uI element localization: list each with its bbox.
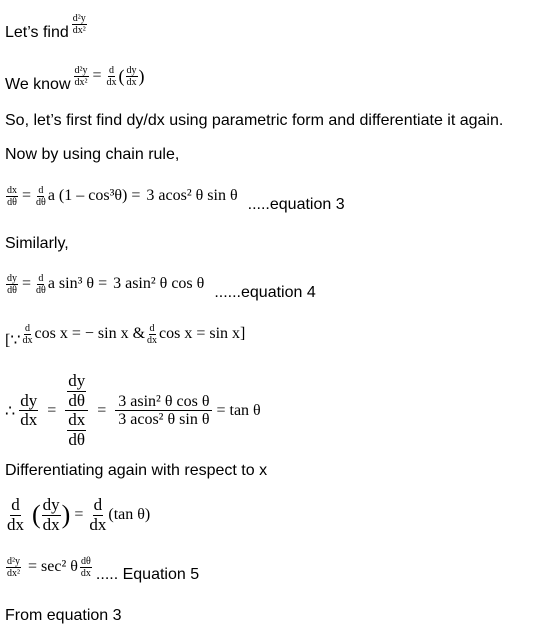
expression: a sin³ θ = (47, 275, 108, 292)
fraction-d2y-dx2: d²y dx² (71, 12, 87, 36)
fraction-d2y-dx2: d²y dx² (6, 556, 21, 579)
text-similarly: Similarly, (5, 235, 69, 252)
numerator: dθ (80, 555, 92, 568)
paren-close: ) (138, 65, 145, 86)
numerator: dy (67, 371, 87, 392)
fraction-dx-dtheta: dx dθ (6, 185, 18, 208)
denominator: dx (20, 410, 38, 430)
expression-result: 3 asin² θ cos θ (113, 275, 205, 292)
text-from-equation-3: From equation 3 (5, 607, 122, 624)
equation-3: dx dθ = d dθ a (1 – cos³θ) = 3 acos² θ s… (5, 178, 345, 214)
fraction-d-dx: d dx (6, 495, 25, 534)
denominator: dx (126, 76, 137, 88)
fraction-d-dx: d dx (146, 323, 158, 346)
denominator: dx (7, 514, 24, 534)
paren-open: ( (118, 65, 125, 86)
fraction-dy-dtheta: dy dθ (6, 273, 18, 296)
equation-label: ......equation 4 (214, 284, 316, 301)
fraction-dy-dx: dy dx (125, 64, 138, 88)
fraction-dy-dx: dy dx (19, 390, 39, 430)
numerator: d²y (6, 555, 21, 568)
expression: = sec² θ (28, 558, 78, 575)
text-we-know: We know (5, 76, 71, 93)
denominator: dx (42, 514, 60, 534)
denominator: 3 acos² θ sin θ (118, 411, 210, 429)
fraction-trig: 3 asin² θ cos θ 3 acos² θ sin θ (115, 393, 213, 429)
fraction-dy-dtheta: dy dθ (67, 371, 87, 410)
line-lets-find: Let’s find d²y dx² (5, 6, 88, 42)
fraction-d-dtheta: d dθ (35, 273, 47, 296)
equals-sign: = (97, 401, 107, 419)
paren-close: ) (61, 500, 71, 530)
result: = tan θ (216, 401, 261, 419)
numerator: dy dθ (65, 371, 89, 412)
denominator: dθ (7, 196, 17, 208)
denominator: dθ (7, 284, 17, 296)
because-symbol: [∵ (5, 332, 21, 349)
numerator: dy (6, 272, 18, 285)
equation-label: .....equation 3 (247, 196, 345, 213)
equals-sign: = (22, 275, 32, 292)
text-differentiating-again: Differentiating again with respect to x (5, 462, 268, 479)
compound-fraction: dy dθ dx dθ (65, 371, 89, 450)
equals-sign: = (47, 401, 57, 419)
denominator: dx (147, 334, 158, 346)
numerator: d (92, 495, 104, 516)
numerator: d²y (71, 12, 87, 25)
denominator: dx (106, 76, 117, 88)
expression: a (1 – cos³θ) = (47, 187, 141, 204)
denominator: dx dθ (65, 411, 88, 449)
denominator: dθ (36, 284, 46, 296)
numerator: dy (41, 495, 61, 516)
paren-open: ( (32, 500, 41, 530)
fraction-dx-dtheta: dx dθ (67, 410, 87, 450)
fraction-d-dx: d dx (22, 323, 34, 346)
equals-sign: = (22, 187, 32, 204)
line-we-know: We know d²y dx² = d dx ( dy dx ) (5, 58, 145, 94)
numerator: d (108, 64, 116, 77)
numerator: d (24, 322, 32, 335)
equation-5: d²y dx² = sec² θ dθ dx ..... Equation 5 (5, 550, 199, 584)
denominator: dx (89, 514, 107, 534)
denominator: dx² (7, 567, 20, 579)
denominator: dx² (72, 24, 86, 36)
fraction-dy-dx: dy dx (41, 495, 61, 534)
numerator: d²y (73, 64, 89, 77)
numerator: 3 asin² θ cos θ (115, 393, 213, 412)
denominator: dθ (68, 390, 86, 410)
numerator: d (148, 322, 156, 335)
denominator: dθ (36, 196, 46, 208)
text-chain-rule: Now by using chain rule, (5, 146, 180, 163)
expression: (tan θ) (108, 506, 151, 524)
fraction-d-dx: d dx (106, 65, 118, 88)
equation-differentiate: d dx ( dy dx ) = d dx (tan θ) (5, 495, 151, 534)
fraction-d2y-dx2: d²y dx² (73, 64, 89, 88)
numerator: d (37, 184, 45, 197)
denominator: dθ (68, 430, 86, 450)
numerator: dx (6, 184, 18, 197)
equals-sign: = (92, 67, 102, 84)
numerator: dx (67, 410, 87, 432)
equation-label: ..... Equation 5 (95, 566, 200, 583)
denominator: dx (22, 334, 33, 346)
expression: cos x = − sin x & (34, 325, 146, 342)
fraction-d-dtheta: d dθ (35, 185, 47, 208)
text-lets-find: Let’s find (5, 24, 69, 41)
numerator: dy (19, 390, 39, 412)
expression-result: 3 acos² θ sin θ (146, 187, 238, 204)
denominator: dx² (74, 76, 88, 88)
equals-sign: = (74, 506, 84, 524)
numerator: d (10, 495, 21, 516)
therefore-equation: ∴ dy dx = dy dθ dx dθ = 3 asin² θ cos θ … (5, 371, 261, 450)
equation-4: dy dθ = d dθ a sin³ θ = 3 asin² θ cos θ … (5, 266, 316, 302)
fraction-dtheta-dx: dθ dx (80, 556, 92, 579)
denominator: dx (80, 567, 91, 579)
fraction-d-dx: d dx (88, 495, 107, 534)
text-first-find: So, let’s first find dy/dx using paramet… (5, 112, 504, 129)
therefore-symbol: ∴ (5, 402, 16, 420)
numerator: dy (125, 64, 138, 77)
numerator: d (37, 272, 45, 285)
because-note: [∵ d dx cos x = − sin x & d dx cos x = s… (5, 318, 245, 350)
expression: cos x = sin x] (159, 325, 246, 342)
